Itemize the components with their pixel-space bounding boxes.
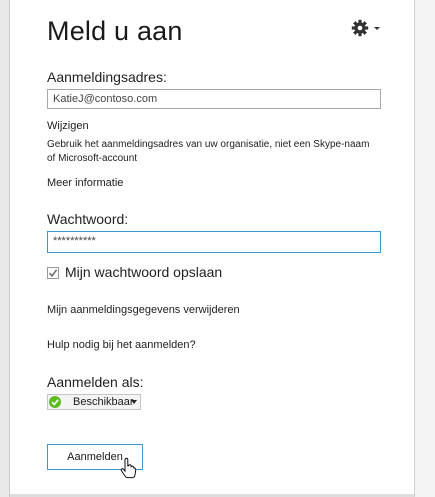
signin-help-link[interactable]: Hulp nodig bij het aanmelden? xyxy=(47,339,196,351)
checkmark-icon xyxy=(48,269,58,277)
signin-address-hint-line2: of Microsoft-account xyxy=(47,153,138,164)
window-frame-right xyxy=(414,0,435,497)
signin-dialog: Meld u aan Aanmeldingsadres: KatieJ@cont… xyxy=(10,0,414,494)
signin-address-label: Aanmeldingsadres: xyxy=(47,69,167,85)
change-link[interactable]: Wijzigen xyxy=(47,120,89,132)
password-label: Wachtwoord: xyxy=(47,211,129,227)
presence-status-dropdown[interactable]: Beschikbaar xyxy=(47,394,141,410)
gear-icon xyxy=(351,19,380,37)
presence-available-icon xyxy=(49,396,61,408)
chevron-down-icon xyxy=(374,27,380,30)
window-frame-left xyxy=(0,0,10,497)
page-title: Meld u aan xyxy=(47,16,183,46)
delete-signin-info-link[interactable]: Mijn aanmeldingsgegevens verwijderen xyxy=(47,304,240,316)
presence-status-value: Beschikbaar xyxy=(73,396,134,408)
remember-password-checkbox[interactable] xyxy=(47,267,59,279)
signin-as-label: Aanmelden als: xyxy=(47,374,144,390)
chevron-down-icon xyxy=(131,400,137,404)
signin-address-hint: Gebruik het aanmeldingsadres van uw orga… xyxy=(47,139,370,150)
signin-address-input[interactable]: KatieJ@contoso.com xyxy=(47,89,381,109)
password-input[interactable]: ********** xyxy=(47,231,381,253)
remember-password-label: Mijn wachtwoord opslaan xyxy=(65,264,223,280)
more-info-link[interactable]: Meer informatie xyxy=(47,177,123,189)
signin-button[interactable]: Aanmelden xyxy=(47,444,143,470)
settings-menu-button[interactable] xyxy=(350,19,384,39)
